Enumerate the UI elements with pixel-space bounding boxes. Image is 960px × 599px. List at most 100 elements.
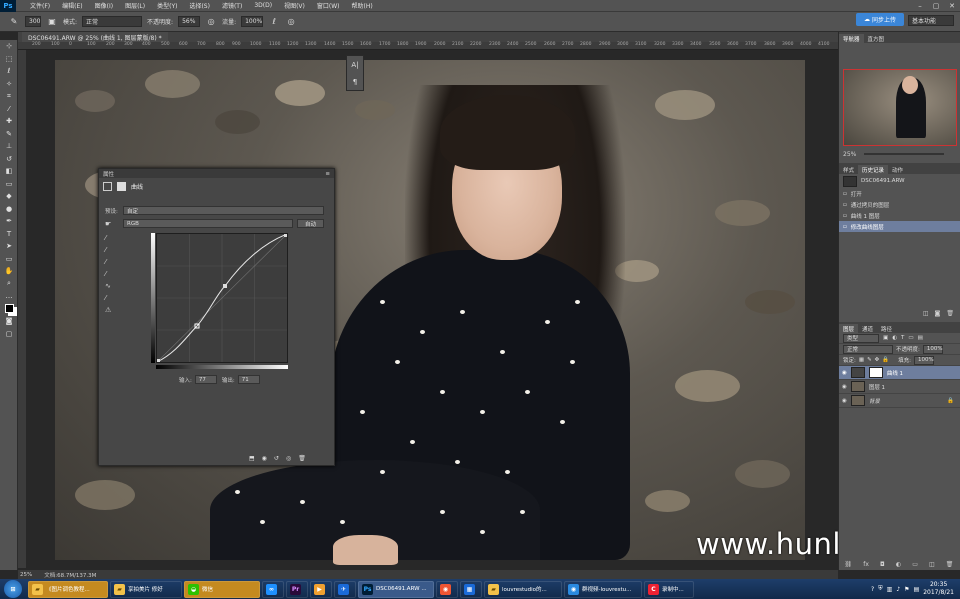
lock-transparent-icon[interactable]: ▦: [859, 357, 864, 363]
adjustment-layer-icon[interactable]: ◐: [896, 561, 901, 568]
quick-select-tool-icon[interactable]: ✧: [0, 78, 18, 91]
maximize-button[interactable]: ▢: [928, 0, 944, 12]
shape-tool-icon[interactable]: ▭: [0, 253, 18, 266]
zoom-tool-icon[interactable]: ⌕: [0, 278, 18, 291]
taskbar-item[interactable]: ◉: [436, 580, 458, 598]
pressure-opacity-icon[interactable]: ◎: [205, 16, 217, 28]
fx-icon[interactable]: fx: [863, 561, 869, 568]
minimize-button[interactable]: –: [912, 0, 928, 12]
menu-view[interactable]: 视图(V): [278, 1, 311, 10]
flow-field[interactable]: 100%: [241, 16, 264, 27]
blend-mode-select[interactable]: 正常: [843, 344, 893, 354]
new-snapshot-icon[interactable]: ◫: [923, 310, 929, 320]
white-point-eyedropper-icon[interactable]: ⁄: [105, 270, 111, 278]
menu-filter[interactable]: 滤镜(T): [216, 1, 248, 10]
clip-to-layer-icon[interactable]: ⬒: [249, 455, 255, 462]
layer-opacity-field[interactable]: 100%: [922, 344, 943, 354]
tray-keyboard-icon[interactable]: ▤: [914, 586, 920, 593]
tab-layers[interactable]: 图层: [839, 324, 859, 333]
workspace-select[interactable]: 基本功能: [908, 15, 954, 26]
lock-move-icon[interactable]: ✥: [875, 357, 880, 363]
navigator-preview[interactable]: [843, 69, 957, 146]
close-button[interactable]: ✕: [944, 0, 960, 12]
output-field[interactable]: 71: [237, 375, 260, 384]
navigator-zoom[interactable]: 25%: [843, 151, 856, 158]
filter-adjust-icon[interactable]: ◐: [892, 335, 897, 341]
link-layers-icon[interactable]: ⛓: [845, 561, 853, 568]
mask-icon[interactable]: [117, 182, 126, 191]
new-layer-icon[interactable]: ◫: [929, 561, 935, 568]
taskbar-item[interactable]: ▦: [460, 580, 482, 598]
brush-panel-icon[interactable]: ▣: [46, 16, 58, 28]
screen-mode-icon[interactable]: ▢: [0, 328, 18, 341]
pressure-size-icon[interactable]: ◎: [285, 16, 297, 28]
eye-icon[interactable]: ◉: [842, 398, 847, 404]
tab-paths[interactable]: 路径: [877, 324, 896, 333]
history-item-selected[interactable]: ▫ 修改曲线图层: [839, 221, 960, 232]
filter-smart-icon[interactable]: ▤: [918, 335, 923, 341]
smooth-icon[interactable]: ⁄: [105, 294, 111, 302]
menu-file[interactable]: 文件(F): [24, 1, 56, 10]
menu-window[interactable]: 窗口(W): [311, 1, 346, 10]
type-tool-icon[interactable]: T: [0, 228, 18, 241]
tray-flag-icon[interactable]: ⚑: [904, 586, 909, 593]
taskbar-item[interactable]: ▶: [310, 580, 332, 598]
channel-select[interactable]: RGB: [123, 219, 293, 228]
dodge-tool-icon[interactable]: ●: [0, 203, 18, 216]
eye-icon[interactable]: ◉: [842, 370, 847, 376]
fill-field[interactable]: 100%: [914, 355, 934, 365]
layer-kind-filter[interactable]: 类型: [843, 333, 879, 343]
zoom-slider[interactable]: [864, 153, 945, 155]
tab-history[interactable]: 历史记录: [858, 165, 889, 174]
menu-3d[interactable]: 3D(D): [248, 2, 278, 9]
taskbar-item[interactable]: ▰ 《图片调色教程...: [28, 580, 108, 598]
taskbar-item[interactable]: ▰ louvrestudio的...: [484, 580, 562, 598]
taskbar-item[interactable]: ◉ 群视频-louvrestu...: [564, 580, 642, 598]
character-icon[interactable]: A|: [351, 61, 358, 69]
eraser-tool-icon[interactable]: ◧: [0, 165, 18, 178]
document-tab[interactable]: DSC06491.ARW @ 25% (曲线 1, 图层蒙版/8) *: [22, 32, 168, 42]
add-mask-icon[interactable]: ◘: [880, 561, 885, 568]
brush-tool-icon[interactable]: ✎: [0, 128, 18, 141]
taskbar-item[interactable]: Pr: [286, 580, 308, 598]
gray-point-eyedropper-icon[interactable]: ⁄: [105, 258, 111, 266]
color-swatches-icon[interactable]: [0, 303, 18, 316]
black-point-eyedropper-icon[interactable]: ⁄: [105, 246, 111, 254]
filter-type-icon[interactable]: T: [901, 335, 904, 341]
group-icon[interactable]: ▭: [912, 561, 918, 568]
tab-channels[interactable]: 通道: [858, 324, 877, 333]
crop-tool-icon[interactable]: ⌗: [0, 90, 18, 103]
tray-volume-icon[interactable]: ♪: [896, 586, 900, 593]
filter-shape-icon[interactable]: ▭: [908, 335, 913, 341]
target-adjust-icon[interactable]: ☛: [105, 220, 111, 228]
sync-upload-button[interactable]: ☁ 同步上传: [856, 13, 904, 26]
brush-size-field[interactable]: 300: [25, 16, 41, 27]
menu-help[interactable]: 帮助(H): [346, 1, 379, 10]
filter-pixel-icon[interactable]: ▣: [883, 335, 888, 341]
menu-type[interactable]: 类型(Y): [151, 1, 183, 10]
lasso-tool-icon[interactable]: ℓ: [0, 65, 18, 78]
taskbar-item[interactable]: ▰ 享拍美片 修好: [110, 580, 182, 598]
trash-icon[interactable]: 🗑: [946, 310, 954, 320]
hand-tool-icon[interactable]: ✋: [0, 265, 18, 278]
eye-icon[interactable]: ◉: [842, 384, 847, 390]
taskbar-item[interactable]: ◒ 微信: [184, 580, 260, 598]
layer-row-curves[interactable]: ◉ 曲线 1: [839, 366, 960, 380]
menu-layer[interactable]: 图层(L): [119, 1, 151, 10]
more-tools-icon[interactable]: …: [0, 290, 18, 303]
tray-help-icon[interactable]: ?: [871, 586, 874, 593]
delete-layer-icon[interactable]: 🗑: [946, 561, 954, 568]
history-brush-icon[interactable]: ↺: [0, 153, 18, 166]
brush-tool-icon[interactable]: ✎: [8, 16, 20, 28]
camera-icon[interactable]: ◙: [935, 310, 941, 320]
mask-thumbnail[interactable]: [868, 367, 883, 378]
mode-select[interactable]: 正常: [82, 16, 143, 27]
blur-tool-icon[interactable]: ◆: [0, 190, 18, 203]
quick-mask-icon[interactable]: ◙: [0, 315, 18, 328]
history-item[interactable]: ▫ 曲线 1 图层: [839, 210, 960, 221]
taskbar-item[interactable]: ✈: [334, 580, 356, 598]
path-select-icon[interactable]: ➤: [0, 240, 18, 253]
history-item[interactable]: ▫ 通过拷贝的图层: [839, 199, 960, 210]
reset-icon[interactable]: ↺: [274, 455, 279, 462]
tab-actions[interactable]: 动作: [888, 165, 907, 174]
